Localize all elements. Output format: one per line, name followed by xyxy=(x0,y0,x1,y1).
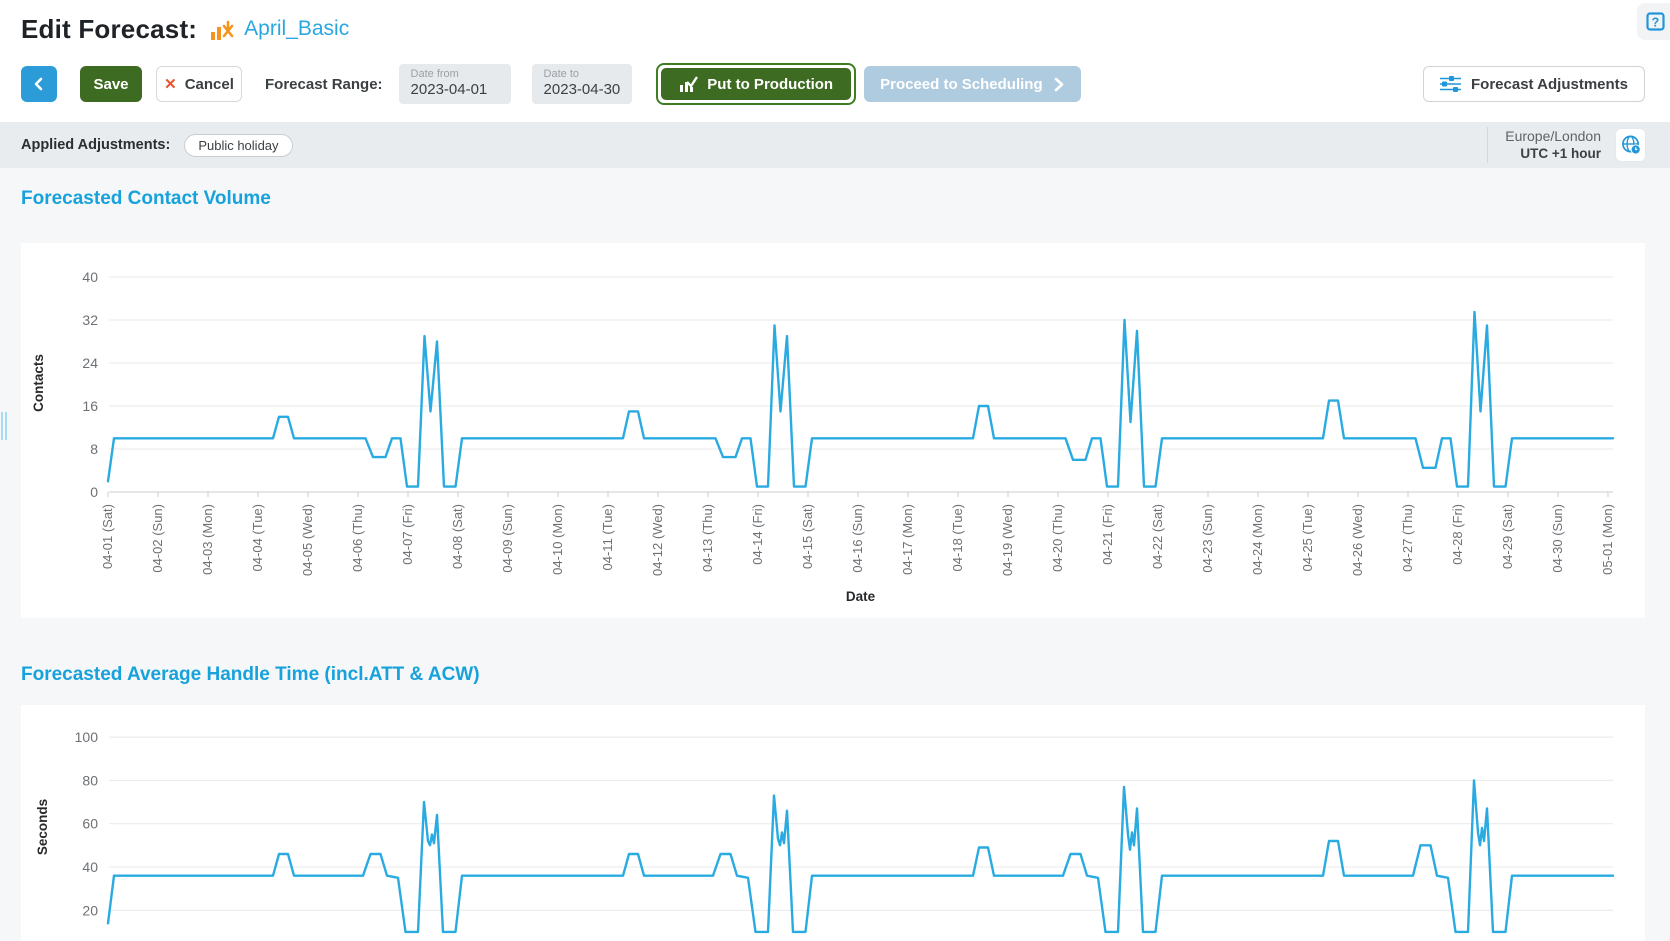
put-to-production-button[interactable]: Put to Production xyxy=(661,68,851,100)
x-tick-label: 04-03 (Mon) xyxy=(200,504,215,575)
applied-adjustments-label: Applied Adjustments: xyxy=(21,137,170,153)
contact-volume-chart-card: 0 8 16 24 32 40 04-01 (Sat) 04-02 (Sun) 04-03 (M… xyxy=(21,243,1645,618)
x-tick-label: 04-30 (Sun) xyxy=(1550,504,1565,573)
timezone-info: Europe/London UTC +1 hour xyxy=(1505,128,1601,162)
x-axis-title: Date xyxy=(846,589,876,604)
timezone-region: Europe/London xyxy=(1505,128,1601,145)
y-tick-label: 16 xyxy=(82,398,98,414)
date-to-label: Date to xyxy=(544,68,621,81)
production-chart-check-icon xyxy=(679,76,698,93)
x-tick-label: 04-26 (Wed) xyxy=(1350,504,1365,576)
forecast-chart-icon xyxy=(209,19,236,43)
x-tick-label: 04-29 (Sat) xyxy=(1500,504,1515,569)
x-tick-label: 04-14 (Fri) xyxy=(750,504,765,565)
help-button[interactable]: ? xyxy=(1637,3,1670,40)
y-axis-title: Contacts xyxy=(31,354,46,412)
y-tick-label: 20 xyxy=(82,902,98,918)
chart-title-contact-volume: Forecasted Contact Volume xyxy=(21,188,1670,210)
x-tick-label: 04-06 (Thu) xyxy=(350,504,365,572)
x-tick-label: 04-22 (Sat) xyxy=(1150,504,1165,569)
y-tick-label: 60 xyxy=(82,816,98,832)
contact-volume-chart: 0 8 16 24 32 40 04-01 (Sat) 04-02 (Sun) 04-03 (M… xyxy=(21,243,1645,618)
average-handle-time-chart-card: 20 40 60 80 100 Seconds xyxy=(21,705,1645,941)
y-axis-title: Seconds xyxy=(35,799,50,855)
date-from-value: 2023-04-01 xyxy=(411,81,499,99)
charts-area: Forecasted Contact Volume 0 8 16 24 32 40 04-0… xyxy=(0,168,1670,941)
cancel-x-icon: ✕ xyxy=(164,75,177,93)
x-tick-label: 04-05 (Wed) xyxy=(300,504,315,576)
x-tick-label: 04-13 (Thu) xyxy=(700,504,715,572)
forecast-adjustments-label: Forecast Adjustments xyxy=(1471,76,1628,93)
help-icon: ? xyxy=(1645,11,1667,33)
forecast-name-link[interactable]: April_Basic xyxy=(244,17,349,41)
side-panel-handle[interactable] xyxy=(1,412,8,440)
x-tick-label: 04-10 (Mon) xyxy=(550,504,565,575)
average-handle-time-chart: 20 40 60 80 100 Seconds xyxy=(21,705,1645,941)
chevron-right-icon xyxy=(1053,77,1065,92)
chart-title-average-handle-time: Forecasted Average Handle Time (incl.ATT… xyxy=(21,664,1670,686)
toolbar: Save ✕ Cancel Forecast Range: Date from … xyxy=(21,63,1670,105)
x-tick-label: 04-20 (Thu) xyxy=(1050,504,1065,572)
put-to-production-focus-ring: Put to Production xyxy=(656,63,856,105)
divider xyxy=(1487,127,1488,163)
sliders-icon xyxy=(1440,75,1461,93)
page-title: Edit Forecast: xyxy=(21,14,197,45)
x-tick-label: 04-09 (Sun) xyxy=(500,504,515,573)
y-tick-label: 8 xyxy=(90,441,98,457)
y-tick-label: 24 xyxy=(82,355,98,371)
proceed-to-scheduling-button[interactable]: Proceed to Scheduling xyxy=(864,66,1081,102)
x-tick-label: 04-12 (Wed) xyxy=(650,504,665,576)
put-to-production-label: Put to Production xyxy=(707,76,833,93)
x-tick-label: 04-27 (Thu) xyxy=(1400,504,1415,572)
y-tick-label: 100 xyxy=(75,729,99,745)
y-tick-label: 0 xyxy=(90,484,98,500)
timezone-button[interactable] xyxy=(1615,128,1646,162)
date-to-field[interactable]: Date to 2023-04-30 xyxy=(532,64,633,104)
globe-clock-icon xyxy=(1620,134,1642,156)
x-tick-label: 04-15 (Sat) xyxy=(800,504,815,569)
x-tick-label: 04-07 (Fri) xyxy=(400,504,415,565)
svg-text:?: ? xyxy=(1652,15,1660,29)
x-tick-label: 04-18 (Tue) xyxy=(950,504,965,571)
y-tick-label: 40 xyxy=(82,859,98,875)
back-button[interactable] xyxy=(21,66,57,102)
x-tick-label: 04-24 (Mon) xyxy=(1250,504,1265,575)
chevron-left-icon xyxy=(32,76,46,92)
x-tick-label: 04-28 (Fri) xyxy=(1450,504,1465,565)
x-tick-label: 05-01 (Mon) xyxy=(1600,504,1615,575)
x-tick-label: 04-23 (Sun) xyxy=(1200,504,1215,573)
x-tick-label: 04-17 (Mon) xyxy=(900,504,915,575)
x-tick-label: 04-11 (Tue) xyxy=(600,504,615,570)
x-tick-label: 04-02 (Sun) xyxy=(150,504,165,573)
x-tick-label: 04-04 (Tue) xyxy=(250,504,265,571)
applied-adjustments-bar: Applied Adjustments: Public holiday Euro… xyxy=(0,122,1670,168)
y-tick-label: 32 xyxy=(82,312,98,328)
date-from-label: Date from xyxy=(411,68,499,81)
x-tick-label: 04-25 (Tue) xyxy=(1300,504,1315,571)
x-tick-label: 04-21 (Fri) xyxy=(1100,504,1115,565)
edit-forecast-page: Edit Forecast: April_Basic xyxy=(0,0,1670,941)
forecast-range-label: Forecast Range: xyxy=(265,76,383,93)
y-tick-label: 80 xyxy=(82,772,98,788)
series-line xyxy=(108,312,1613,487)
save-button[interactable]: Save xyxy=(80,66,142,102)
timezone-offset: UTC +1 hour xyxy=(1505,145,1601,162)
date-to-value: 2023-04-30 xyxy=(544,81,621,99)
adjustment-chip-public-holiday[interactable]: Public holiday xyxy=(184,134,292,157)
series-line xyxy=(108,780,1613,932)
x-tick-label: 04-01 (Sat) xyxy=(100,504,115,569)
x-tick-label: 04-16 (Sun) xyxy=(850,504,865,573)
page-header: Edit Forecast: April_Basic xyxy=(0,0,1670,105)
forecast-adjustments-button[interactable]: Forecast Adjustments xyxy=(1423,66,1645,102)
cancel-label: Cancel xyxy=(185,76,234,93)
x-tick-label: 04-19 (Wed) xyxy=(1000,504,1015,576)
cancel-button[interactable]: ✕ Cancel xyxy=(156,66,242,102)
date-from-field[interactable]: Date from 2023-04-01 xyxy=(399,64,511,104)
y-tick-label: 40 xyxy=(82,269,98,285)
x-tick-label: 04-08 (Sat) xyxy=(450,504,465,569)
proceed-label: Proceed to Scheduling xyxy=(880,76,1043,93)
